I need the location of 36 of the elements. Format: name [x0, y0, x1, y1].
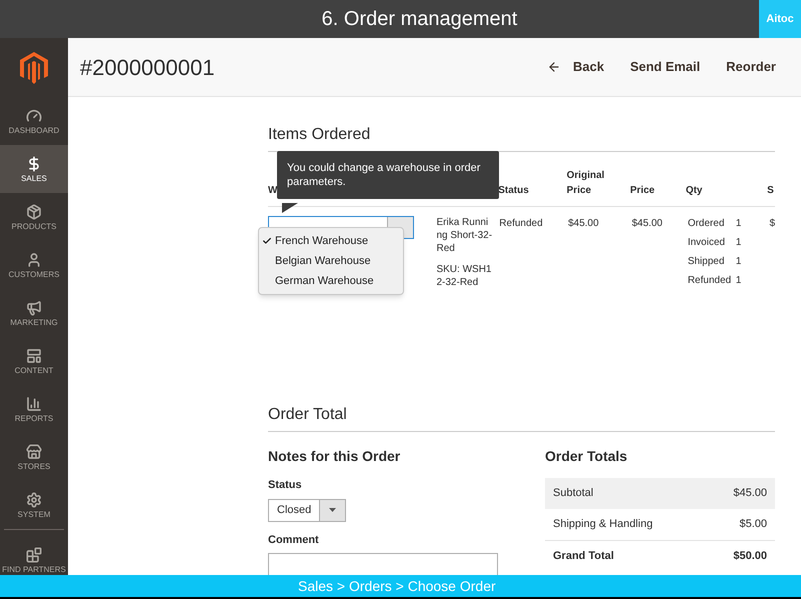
qty-label: Shipped: [688, 255, 726, 269]
notes-title: Notes for this Order: [268, 447, 402, 466]
qty-value: 1: [736, 255, 742, 269]
column-header: Status: [498, 184, 530, 198]
totals-label: Grand Total: [553, 548, 614, 564]
table-cell-text: $45.00: [632, 217, 664, 231]
field-label: Comment: [268, 532, 320, 548]
breadcrumb: Sales > Orders > Choose Order: [298, 576, 496, 596]
qty-value: 1: [736, 217, 742, 231]
table-cell-text: Refunded: [499, 217, 544, 231]
totals-label: Subtotal: [553, 486, 594, 502]
window-title: 6. Order management: [320, 7, 518, 32]
table-cell-text: $: [769, 217, 776, 231]
column-header: S: [767, 184, 775, 198]
order-number: #2000000001: [80, 54, 216, 82]
totals-value: $5.00: [739, 517, 767, 532]
column-header: Original Price: [566, 169, 606, 198]
qty-label: Ordered: [688, 217, 726, 231]
qty-value: 1: [736, 274, 742, 288]
tooltip: You could change a warehouse in order parameters.: [277, 151, 499, 199]
column-header: W: [268, 184, 278, 198]
brand-badge: Aitoc: [759, 0, 801, 38]
qty-label: Refunded: [688, 274, 732, 288]
qty-value: 1: [736, 236, 742, 250]
totals-value: $45.00: [733, 486, 767, 502]
product-name: Erika Running Short-32-Red: [436, 216, 494, 255]
column-header: Price: [630, 184, 656, 198]
table-cell-text: $45.00: [568, 217, 600, 231]
totals-title: Order Totals: [545, 447, 628, 466]
product-sku: SKU: WSH12-32-Red: [436, 263, 492, 289]
column-header: Qty: [686, 184, 704, 198]
qty-label: Invoiced: [688, 236, 726, 250]
field-label: Status: [268, 478, 303, 493]
section-title: Order Total: [268, 403, 775, 432]
totals-value: $50.00: [733, 548, 767, 564]
totals-label: Shipping & Handling: [553, 517, 653, 532]
